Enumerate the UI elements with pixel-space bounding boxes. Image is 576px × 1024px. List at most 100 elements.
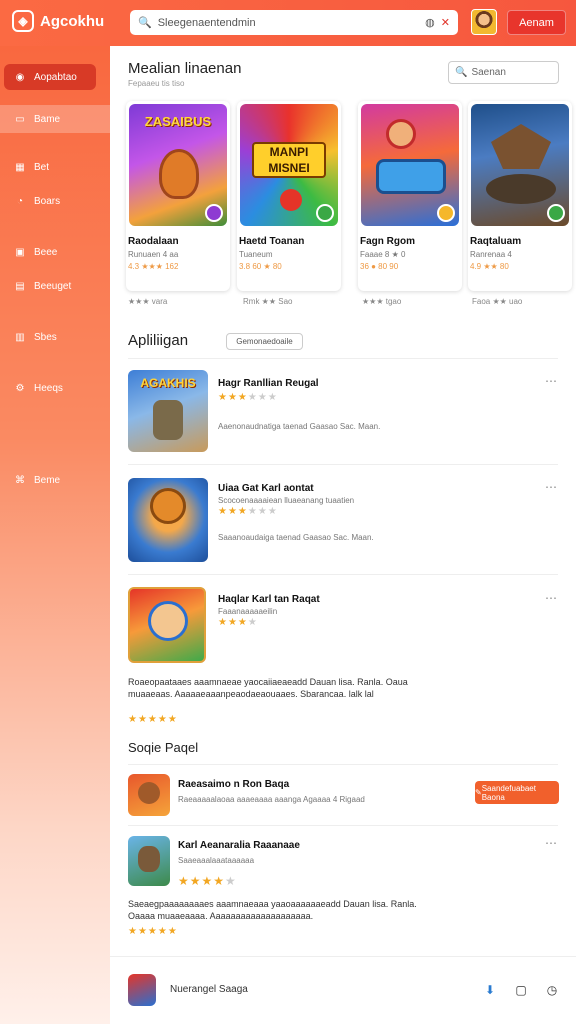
more-icon[interactable]: ⋯ xyxy=(545,591,557,605)
app-rating-1: ★★★★★★ xyxy=(218,506,278,517)
link-icon: ⌘ xyxy=(15,474,25,486)
card-sub-2: ★★★ tgao xyxy=(362,297,402,306)
badge-icon xyxy=(316,204,334,222)
art-title: AGAKHIS xyxy=(140,376,196,390)
card-sub-3: Faoa ★★ uao xyxy=(472,297,523,306)
divider xyxy=(128,464,558,465)
search-icon: 🔍 xyxy=(455,67,468,78)
app-title-2[interactable]: Haqlar Karl tan Raqat xyxy=(218,594,320,605)
settings-icon: ⚙ xyxy=(15,382,25,394)
app-desc-0: Aaenonaudnatiga taenad Gaasao Sac. Maan. xyxy=(218,422,381,431)
card-rating: 4.9 ★★ 80 xyxy=(470,262,509,271)
sidebar-item-0[interactable]: ◉ Aopabtao xyxy=(4,64,96,90)
featured-title: Mealian linaenan xyxy=(128,60,242,77)
creature-figure xyxy=(138,846,160,872)
download-icon[interactable]: ⬇ xyxy=(483,983,497,997)
sidebar-item-6[interactable]: ▥ Sbes xyxy=(0,331,110,343)
sidebar-item-2[interactable]: ▦ Bet xyxy=(0,161,110,173)
logo-icon: ◈ xyxy=(12,10,34,32)
featured-card-0[interactable]: ZASAIBUS Raodalaan Runuaen 4 aa 4.3 ★★★ … xyxy=(126,101,230,291)
search-bar[interactable]: 🔍 Sleegenaentendmin ◍ ✕ xyxy=(130,10,458,35)
folder-icon: ▭ xyxy=(15,113,25,125)
user-avatar[interactable] xyxy=(471,9,497,35)
app-title-1[interactable]: Uiaa Gat Karl aontat xyxy=(218,483,314,494)
apps-long-desc: Roaeopaataaes aaamnaeae yaocaiiaeaeadd D… xyxy=(128,677,408,699)
sidebar-item-4[interactable]: ▣ Beee xyxy=(0,246,110,258)
featured-search-input[interactable]: 🔍 Saenan xyxy=(448,61,559,84)
character-figure xyxy=(153,400,183,440)
card-rating: 4.3 ★★★ 162 xyxy=(128,262,179,271)
app-thumb-1[interactable] xyxy=(128,478,208,562)
app-title-0[interactable]: Hagr Ranllian Reugal xyxy=(218,378,319,389)
main-content: Mealian linaenan Fepaaeu tis tiso 🔍 Saen… xyxy=(110,46,576,1024)
character-head xyxy=(386,119,416,149)
card-title: Raqtaluam xyxy=(470,236,522,247)
sidebar-item-5[interactable]: ▤ Beeuget xyxy=(0,280,110,292)
featured-card-3[interactable]: Raqtaluam Ranrenaa 4 4.9 ★★ 80 xyxy=(468,101,572,291)
clear-icon[interactable]: ✕ xyxy=(441,16,450,29)
social-title-0[interactable]: Raeasaimo n Ron Baqa xyxy=(178,779,289,790)
social-cta-button[interactable]: ✎ Saandefuabaet Baona xyxy=(475,781,559,804)
edit-icon: ✎ xyxy=(475,788,482,797)
apps-filter-button[interactable]: Gemonaedoaile xyxy=(226,333,303,350)
bottom-app-thumb[interactable] xyxy=(128,974,156,1006)
card-sub-0: ★★★ vara xyxy=(128,297,168,306)
app-thumb-0[interactable]: AGAKHIS xyxy=(128,370,208,452)
sidebar-item-7[interactable]: ⚙ Heeqs xyxy=(0,382,110,394)
search-input[interactable]: Sleegenaentendmin xyxy=(158,17,419,29)
game-art: MANPI MISNEI xyxy=(240,104,338,226)
featured-card-2[interactable]: Fagn Rgom Faaae 8 ★ 0 36 ● 80 90 xyxy=(358,101,462,291)
social-title: Soqie Paqel xyxy=(128,740,199,755)
app-sub-2: Faaanaaaaaeilin xyxy=(218,607,278,616)
ground-shape xyxy=(486,174,556,204)
mic-icon[interactable]: ◍ xyxy=(425,16,435,29)
divider xyxy=(128,764,558,765)
gamepad-icon: ◉ xyxy=(15,71,25,83)
game-art xyxy=(361,104,459,226)
more-icon[interactable]: ⋯ xyxy=(545,374,557,388)
apps-long-rating: ★★★★★ xyxy=(128,714,178,725)
app-title: Agcokhu xyxy=(40,12,105,30)
badge-icon xyxy=(547,204,565,222)
social-sub-1: Saaeaaalaaataaaaaa xyxy=(178,856,255,865)
art-title: ZASAIBUS xyxy=(144,114,212,129)
apps-title: Apliliigan xyxy=(128,332,189,349)
divider xyxy=(128,574,558,575)
social-title-1[interactable]: Karl Aeanaralia Raaanaae xyxy=(178,840,300,851)
share-icon[interactable]: ▢ xyxy=(514,983,528,997)
card-rating: 36 ● 80 90 xyxy=(360,262,399,271)
featured-subtitle: Fepaaeu tis tiso xyxy=(128,79,185,88)
featured-card-1[interactable]: MANPI MISNEI Haetd Toanan Tuaneum 3.8 60… xyxy=(237,101,341,291)
clock-icon[interactable]: ◷ xyxy=(545,983,559,997)
header-action-button[interactable]: Aenam xyxy=(507,10,566,35)
grid-icon: ▦ xyxy=(15,161,25,173)
card-title: Raodalaan xyxy=(128,236,179,247)
social-thumb-0[interactable] xyxy=(128,774,170,816)
social-sub-0: Raeaaaaalaoaa aaaeaaaa aaanga Agaaaa 4 R… xyxy=(178,795,365,804)
sidebar-item-8[interactable]: ⌘ Beme xyxy=(0,474,110,486)
bottom-bar: Nuerangel Saaga ⬇ ▢ ◷ xyxy=(110,956,576,1024)
card-title: Haetd Toanan xyxy=(239,236,305,247)
calendar-icon: ▥ xyxy=(15,331,25,343)
more-icon[interactable]: ⋯ xyxy=(545,836,557,850)
candy-shape xyxy=(280,189,302,211)
sidebar-item-3[interactable]: ◔ Boars xyxy=(0,195,110,207)
more-icon[interactable]: ⋯ xyxy=(545,480,557,494)
social-thumb-1[interactable] xyxy=(128,836,170,886)
creature-shape xyxy=(491,124,551,169)
bottom-label: Nuerangel Saaga xyxy=(170,984,248,995)
card-meta: Tuaneum xyxy=(239,250,273,259)
card-title: Fagn Rgom xyxy=(360,236,415,247)
app-rating-0: ★★★★★★ xyxy=(218,392,278,403)
card-meta: Faaae 8 ★ 0 xyxy=(360,250,406,259)
sidebar-item-1[interactable]: ▭ Bame xyxy=(0,105,110,133)
car-shape xyxy=(376,159,446,194)
chat-icon: ◔ xyxy=(16,195,24,207)
app-thumb-2[interactable] xyxy=(128,587,206,663)
app-logo[interactable]: ◈ Agcokhu xyxy=(12,10,104,32)
image-icon: ▣ xyxy=(15,246,25,258)
card-meta: Ranrenaa 4 xyxy=(470,250,512,259)
app-sub-1: Scocoenaaaaiean lluaeanang tuaatien xyxy=(218,496,355,505)
app-rating-2: ★★★★ xyxy=(218,617,258,628)
divider xyxy=(128,358,558,359)
